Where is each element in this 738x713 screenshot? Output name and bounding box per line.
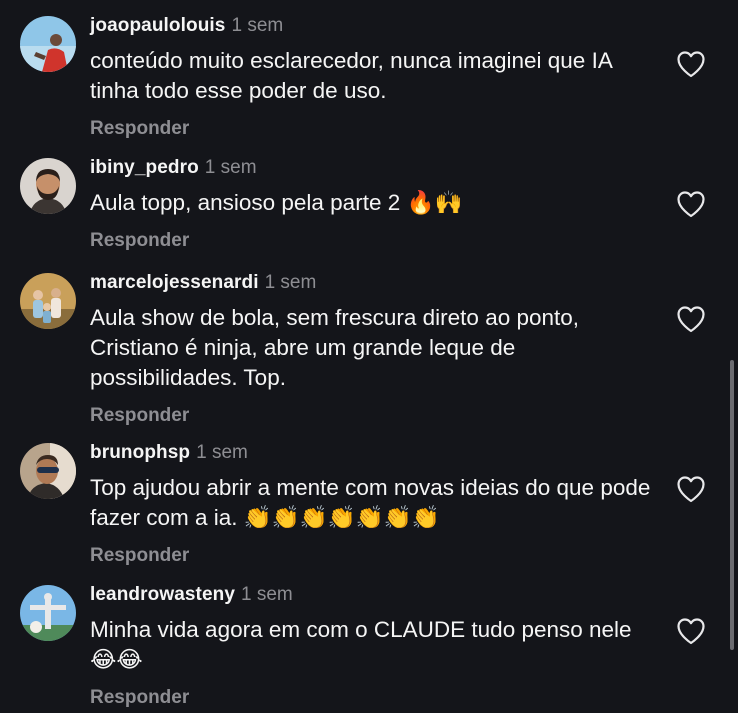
comment-text: Minha vida agora em com o CLAUDE tudo pe…	[90, 617, 632, 672]
avatar-man-sunglasses-icon	[20, 443, 76, 499]
comment-text: Top ajudou abrir a mente com novas ideia…	[90, 475, 651, 530]
heart-outline-icon	[677, 51, 705, 78]
like-button[interactable]	[676, 475, 706, 503]
comment-meta: marcelojessenardi 1 sem	[90, 271, 660, 295]
username[interactable]: brunophsp	[90, 442, 190, 463]
comment-meta: ibiny_pedro 1 sem	[90, 156, 660, 180]
comment-content: brunophsp 1 sem Top ajudou abrir a mente …	[90, 441, 660, 567]
username[interactable]: ibiny_pedro	[90, 157, 199, 178]
comments-list: joaopaulolouis 1 sem conteúdo muito escla…	[0, 0, 738, 713]
avatar[interactable]	[20, 158, 76, 214]
comment-text: Aula show de bola, sem frescura direto a…	[90, 305, 580, 390]
avatar[interactable]	[20, 273, 76, 329]
avatar-bearded-man-icon	[20, 158, 76, 214]
heart-outline-icon	[677, 476, 705, 503]
comment-text: conteúdo muito esclarecedor, nunca imagi…	[90, 48, 612, 103]
heart-outline-icon	[677, 618, 705, 645]
scrollbar[interactable]	[730, 360, 734, 650]
comment-content: leandrowasteny 1 sem Minha vida agora em …	[90, 583, 660, 709]
like-button[interactable]	[676, 50, 706, 78]
reply-button[interactable]: Responder	[90, 545, 660, 567]
like-button[interactable]	[676, 305, 706, 333]
username[interactable]: marcelojessenardi	[90, 272, 259, 293]
like-button[interactable]	[676, 190, 706, 218]
avatar[interactable]	[20, 16, 76, 72]
username[interactable]: leandrowasteny	[90, 584, 235, 605]
comment-time: 1 sem	[264, 272, 317, 293]
comment-meta: joaopaulolouis 1 sem	[90, 14, 660, 38]
comment-content: joaopaulolouis 1 sem conteúdo muito escla…	[90, 14, 660, 140]
like-button[interactable]	[676, 617, 706, 645]
avatar[interactable]	[20, 443, 76, 499]
reply-button[interactable]: Responder	[90, 230, 660, 252]
comment-time: 1 sem	[231, 15, 284, 36]
comment-meta: leandrowasteny 1 sem	[90, 583, 660, 607]
avatar-person-red-shirt-icon	[20, 16, 76, 72]
reply-button[interactable]: Responder	[90, 687, 660, 709]
avatar[interactable]	[20, 585, 76, 641]
comment-content: marcelojessenardi 1 sem Aula show de bola…	[90, 271, 660, 427]
reply-button[interactable]: Responder	[90, 118, 660, 140]
comment-time: 1 sem	[204, 157, 257, 178]
reply-button[interactable]: Responder	[90, 405, 660, 427]
heart-outline-icon	[677, 191, 705, 218]
avatar-statue-sky-icon	[20, 585, 76, 641]
heart-outline-icon	[677, 306, 705, 333]
comment-time: 1 sem	[196, 442, 248, 463]
comment-text: Aula topp, ansioso pela parte 2 🔥🙌	[90, 190, 463, 215]
comment-time: 1 sem	[241, 584, 293, 605]
comment-content: ibiny_pedro 1 sem Aula topp, ansioso pela…	[90, 156, 660, 252]
username[interactable]: joaopaulolouis	[90, 15, 225, 36]
comment-meta: brunophsp 1 sem	[90, 441, 660, 465]
avatar-family-outdoors-icon	[20, 273, 76, 329]
